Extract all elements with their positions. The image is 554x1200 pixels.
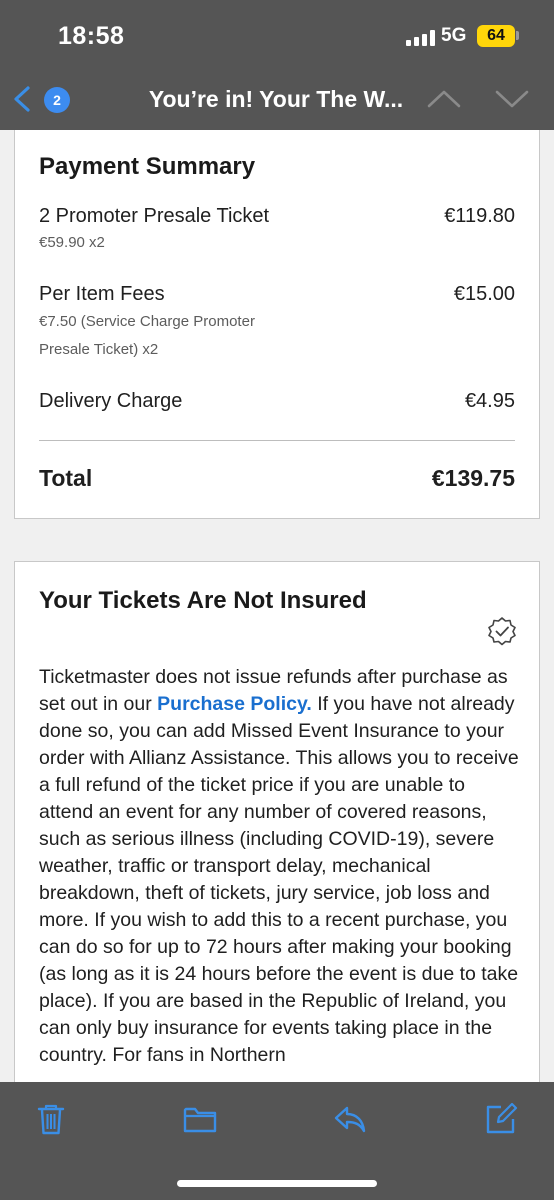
status-bar: 18:58 5G 64 (0, 0, 554, 72)
chevron-down-icon[interactable] (494, 86, 530, 112)
fees-line-label: Per Item Fees (39, 283, 165, 305)
trash-icon[interactable] (34, 1102, 68, 1136)
network-type: 5G (441, 25, 467, 46)
total-label: Total (39, 465, 93, 491)
fees-line-detail-1: €7.50 (Service Charge Promoter (39, 313, 255, 330)
message-subject-title: You’re in! Your The W... (148, 86, 404, 112)
ticket-line-amount: €119.80 (444, 205, 515, 227)
fees-line-detail-2: Presale Ticket) x2 (39, 341, 159, 358)
summary-divider (39, 440, 515, 441)
signal-icon (406, 30, 436, 46)
mail-nav-bar: 2 You’re in! Your The W... (0, 72, 554, 130)
reply-icon[interactable] (333, 1102, 367, 1136)
unread-count-badge[interactable]: 2 (44, 87, 70, 113)
email-body[interactable]: Payment Summary 2 Promoter Presale Ticke… (0, 130, 554, 1082)
total-amount: €139.75 (431, 465, 515, 491)
delivery-line-amount: €4.95 (464, 390, 515, 412)
insurance-heading: Your Tickets Are Not Insured (39, 587, 367, 614)
purchase-policy-link[interactable]: Purchase Policy. (157, 693, 312, 715)
compose-icon[interactable] (484, 1102, 518, 1136)
insurance-card: Your Tickets Are Not Insured Ticketmaste… (14, 561, 540, 1082)
battery-tip (516, 31, 519, 40)
folder-icon[interactable] (183, 1102, 217, 1136)
status-time: 18:58 (58, 22, 125, 50)
payment-summary-card: Payment Summary 2 Promoter Presale Ticke… (14, 130, 540, 519)
chevron-left-icon[interactable] (8, 84, 38, 114)
payment-summary-heading: Payment Summary (39, 153, 256, 180)
shield-check-icon (488, 617, 516, 646)
battery-icon: 64 (477, 25, 515, 47)
ticket-line-detail: €59.90 x2 (39, 234, 105, 251)
ticket-line-label: 2 Promoter Presale Ticket (39, 205, 270, 227)
chevron-up-icon[interactable] (426, 86, 462, 112)
fees-line-amount: €15.00 (453, 283, 515, 305)
home-indicator[interactable] (177, 1180, 377, 1187)
delivery-line-label: Delivery Charge (39, 390, 183, 412)
insurance-body-text: Ticketmaster does not issue refunds afte… (39, 664, 519, 1069)
insurance-text-part-2: If you have not already done so, you can… (39, 693, 519, 1066)
